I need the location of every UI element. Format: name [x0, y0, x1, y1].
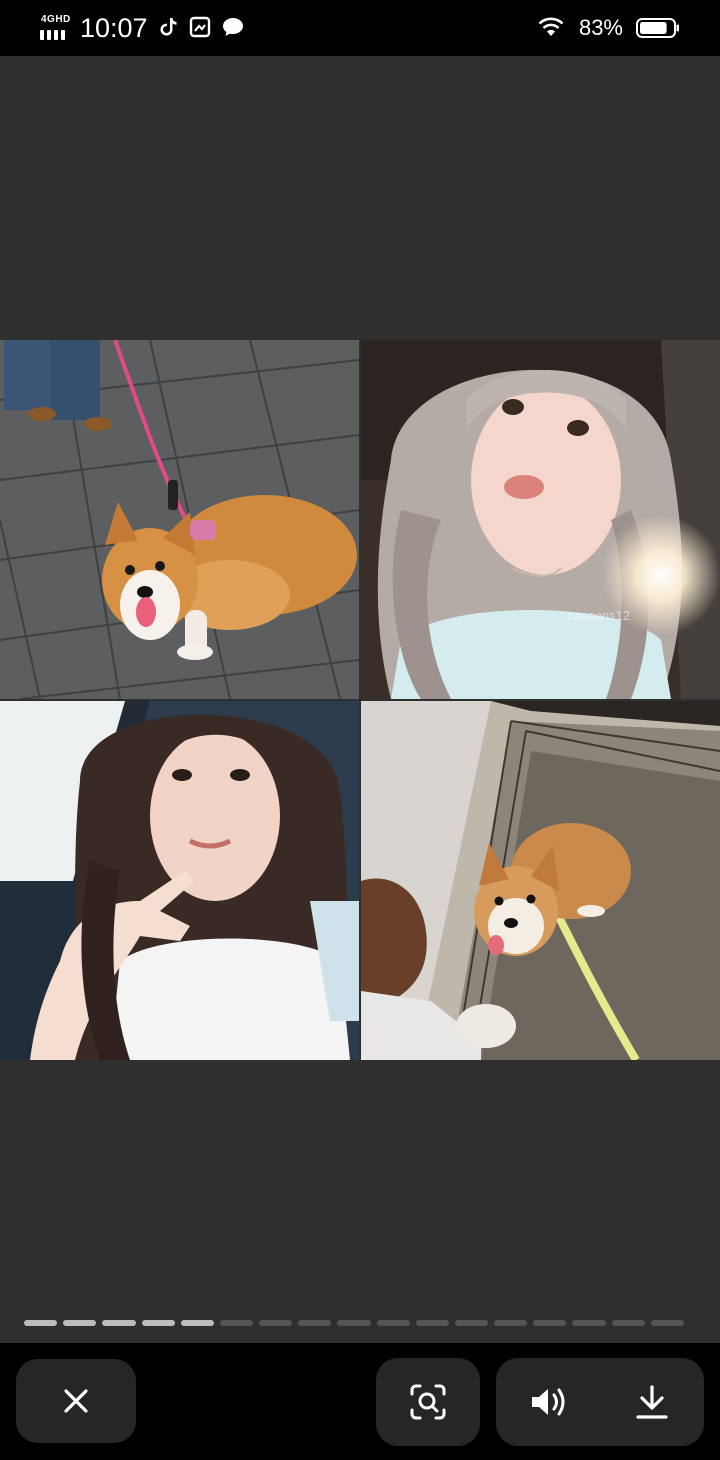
progress-segment [454, 1320, 489, 1326]
progress-segment [24, 1320, 58, 1326]
progress-segment [102, 1320, 136, 1326]
status-bar: 4GHD 10:07 83% [0, 0, 720, 56]
progress-segment [415, 1320, 449, 1326]
progress-segment [650, 1320, 684, 1326]
progress-segment [611, 1320, 645, 1326]
progress-segment [219, 1320, 254, 1326]
progress-segment [376, 1320, 410, 1326]
progress-segment [180, 1320, 214, 1326]
watermark-text: cassens12 [567, 608, 630, 623]
message-bubble-icon [223, 18, 243, 36]
progress-segment [141, 1320, 175, 1326]
tiktok-icon [160, 18, 177, 36]
progress-segment [533, 1320, 567, 1326]
progress-segment [337, 1320, 371, 1326]
speaker-icon [532, 1388, 565, 1416]
story-collage[interactable]: cassens12 [0, 340, 720, 1060]
progress-segment [63, 1320, 97, 1326]
clock: 10:07 [80, 13, 148, 43]
battery-icon [636, 18, 679, 38]
download-button[interactable] [600, 1358, 704, 1446]
close-button[interactable] [16, 1359, 136, 1443]
story-progress-bar [24, 1320, 684, 1326]
network-type: 4GHD [41, 14, 71, 25]
battery-percent: 83% [578, 15, 623, 40]
progress-segment [572, 1320, 606, 1326]
sound-toggle-button[interactable] [496, 1358, 600, 1446]
photo-selfie-dark-hair [0, 701, 359, 1060]
download-icon [636, 1385, 668, 1419]
lens-search-icon [410, 1384, 446, 1420]
progress-segment [298, 1320, 332, 1326]
photo-app-icon [189, 16, 211, 38]
media-controls [496, 1358, 704, 1446]
photo-corgi-on-leash [0, 340, 359, 699]
bottom-action-bar [0, 1343, 720, 1460]
wifi-icon [538, 17, 564, 36]
photo-selfie-light-hair: cassens12 [361, 340, 720, 699]
progress-segment [494, 1320, 528, 1326]
cellular-signal-icon: 4GHD [40, 14, 72, 40]
progress-segment [259, 1320, 293, 1326]
photo-corgi-puppy-on-rug [361, 701, 720, 1060]
close-icon [64, 1389, 88, 1413]
visual-search-button[interactable] [376, 1358, 480, 1446]
